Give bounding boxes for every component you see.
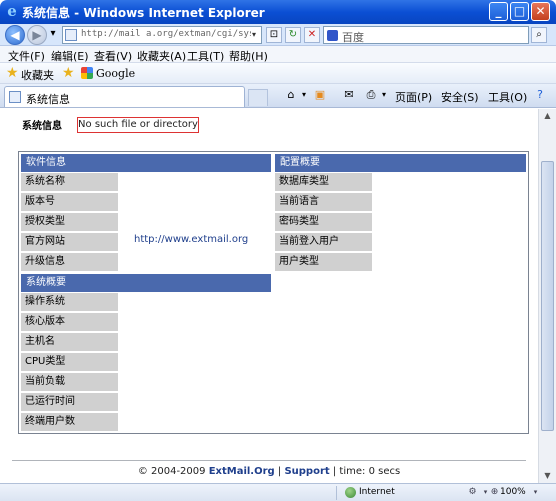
row-kernel: 核心版本	[21, 313, 118, 331]
page-footer: © 2004-2009 ExtMail.Org | Support | time…	[0, 466, 538, 477]
row-os: 操作系统	[21, 293, 118, 311]
menu-favorites[interactable]: 收藏夹(A)	[137, 48, 186, 64]
scroll-up-icon[interactable]: ▲	[542, 111, 553, 120]
row-load: 当前负载	[21, 373, 118, 391]
tab-bar: 系统信息 ⌂ ▾ ▣ ✉ ⎙ ▾ 页面(P) 安全(S) 工具(O) ?	[0, 84, 556, 108]
title-bar: e 系统信息 - Windows Internet Explorer _ □ ✕	[0, 0, 556, 24]
row-cpu: CPU类型	[21, 353, 118, 371]
support-link[interactable]: Support	[284, 466, 329, 477]
tools-menu[interactable]: 工具(O)	[488, 89, 527, 105]
row-user-type: 用户类型	[275, 253, 372, 271]
window-title: 系统信息 - Windows Internet Explorer	[22, 6, 265, 20]
print-dropdown-icon[interactable]: ▾	[377, 88, 391, 102]
zoom-level[interactable]: 100%	[500, 487, 526, 497]
minimize-button[interactable]: _	[489, 2, 508, 21]
address-dropdown-icon[interactable]: ▾	[248, 28, 260, 42]
footer-separator: |	[277, 466, 282, 477]
row-license: 授权类型	[21, 213, 118, 231]
page-icon	[65, 29, 77, 41]
maximize-button[interactable]: □	[510, 2, 529, 21]
ie-logo-icon: e	[7, 2, 17, 20]
stop-button[interactable]: ✕	[304, 27, 320, 43]
row-version: 版本号	[21, 193, 118, 211]
compatibility-icon[interactable]: ⊡	[266, 27, 282, 43]
mail-icon[interactable]: ✉	[342, 88, 356, 102]
search-input[interactable]: 百度	[342, 29, 364, 45]
row-terminal-users: 终端用户数	[21, 413, 118, 431]
search-box[interactable]: 百度	[323, 26, 529, 44]
search-button[interactable]: ⌕	[531, 27, 547, 43]
protected-mode-icon[interactable]: ⚙	[467, 487, 478, 498]
content-viewport: 系统信息 No such file or directory 软件信息 系统名称…	[0, 109, 538, 483]
baidu-icon	[327, 30, 338, 41]
row-upgrade: 升级信息	[21, 253, 118, 271]
address-url: http://mail a.org/extman/cgi/sysinfo.c	[81, 29, 251, 39]
feeds-icon[interactable]: ▣	[313, 88, 327, 102]
row-uptime: 已运行时间	[21, 393, 118, 411]
menu-help[interactable]: 帮助(H)	[229, 48, 268, 64]
footer-time: | time: 0 secs	[332, 466, 401, 477]
system-summary-header: 系统概要	[21, 274, 271, 292]
row-language: 当前语言	[275, 193, 372, 211]
software-info-header: 软件信息	[21, 154, 271, 172]
home-dropdown-icon[interactable]: ▾	[297, 88, 311, 102]
address-field[interactable]: http://mail a.org/extman/cgi/sysinfo.c ▾	[62, 26, 262, 44]
row-hostname: 主机名	[21, 333, 118, 351]
favorites-bar: ★ 收藏夹 ★ Google	[0, 63, 556, 84]
menu-file[interactable]: 文件(F)	[8, 48, 45, 64]
help-icon[interactable]: ?	[533, 88, 547, 102]
zoom-icon[interactable]: ⊕	[489, 487, 500, 498]
home-icon[interactable]: ⌂	[284, 88, 298, 102]
extmail-link[interactable]: ExtMail.Org	[209, 466, 275, 477]
google-icon	[81, 67, 93, 79]
add-favorite-icon[interactable]: ★	[62, 65, 75, 81]
address-toolbar: ◀ ▶ ▾ http://mail a.org/extman/cgi/sysin…	[0, 24, 556, 46]
scroll-down-icon[interactable]: ▼	[542, 471, 553, 480]
new-tab-button[interactable]	[248, 89, 268, 106]
menu-view[interactable]: 查看(V)	[94, 48, 132, 64]
safety-menu[interactable]: 安全(S)	[441, 89, 479, 105]
print-icon[interactable]: ⎙	[364, 88, 378, 102]
nav-history-dropdown[interactable]: ▾	[48, 27, 58, 43]
close-button[interactable]: ✕	[531, 2, 550, 21]
menu-edit[interactable]: 编辑(E)	[51, 48, 89, 64]
favorites-star-icon[interactable]: ★	[6, 65, 19, 81]
error-message: No such file or directory	[77, 117, 199, 133]
row-system-name: 系统名称	[21, 173, 118, 191]
footer-divider	[12, 460, 526, 461]
official-site-link[interactable]: http://www.extmail.org	[134, 234, 248, 245]
scroll-thumb[interactable]	[541, 161, 554, 431]
tab-label: 系统信息	[26, 93, 70, 106]
vertical-scrollbar[interactable]: ▲ ▼	[538, 109, 556, 483]
row-db-type: 数据库类型	[275, 173, 372, 191]
row-current-user: 当前登入用户	[275, 233, 372, 251]
google-favorite-link[interactable]: Google	[96, 67, 135, 80]
zone-label: Internet	[359, 487, 395, 497]
tab-page-icon	[9, 91, 21, 103]
back-button[interactable]: ◀	[5, 25, 25, 45]
row-official-site: 官方网站	[21, 233, 118, 251]
refresh-button[interactable]: ↻	[285, 27, 301, 43]
favorites-button[interactable]: 收藏夹	[21, 67, 54, 83]
menu-tools[interactable]: 工具(T)	[187, 48, 224, 64]
row-password-type: 密码类型	[275, 213, 372, 231]
globe-icon	[345, 487, 356, 498]
sysinfo-panel: 软件信息 系统名称 版本号 授权类型 官方网站 升级信息 http://www.…	[18, 151, 529, 434]
security-zone[interactable]: Internet	[336, 486, 456, 500]
config-summary-header: 配置概要	[275, 154, 526, 172]
footer-copyright: © 2004-2009	[137, 466, 206, 477]
page-title: 系统信息	[22, 121, 62, 132]
status-bar: Internet ⚙ ▾ ⊕ 100% ▾	[0, 483, 556, 501]
menu-bar: 文件(F) 编辑(E) 查看(V) 收藏夹(A) 工具(T) 帮助(H)	[0, 46, 556, 63]
forward-button[interactable]: ▶	[27, 25, 47, 45]
page-menu[interactable]: 页面(P)	[395, 89, 432, 105]
tab-sysinfo[interactable]: 系统信息	[4, 86, 245, 107]
zoom-dropdown-icon[interactable]: ▾	[530, 487, 541, 498]
